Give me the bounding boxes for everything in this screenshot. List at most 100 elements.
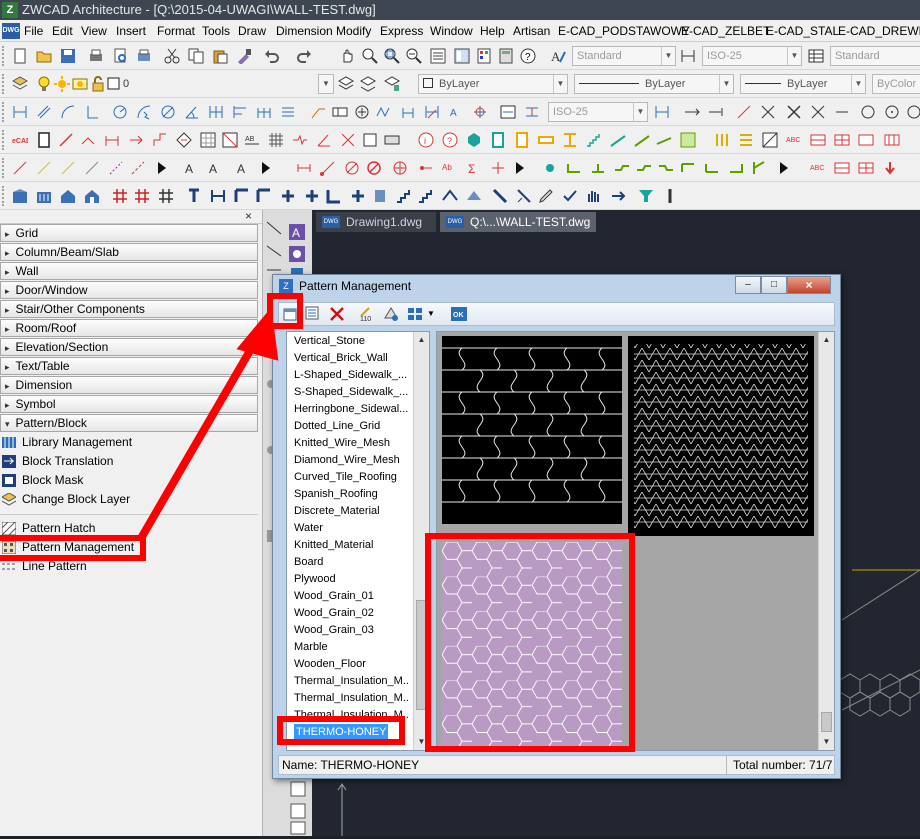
arch-hand-icon[interactable] [586, 188, 602, 204]
list-item[interactable]: Board [294, 554, 410, 571]
arch-filter-icon[interactable] [638, 188, 654, 204]
ecad-no-icon[interactable] [366, 160, 382, 176]
ecad-hatch-icon[interactable] [176, 132, 192, 148]
inspection-icon[interactable] [376, 104, 392, 120]
ecad-dot-icon[interactable] [542, 160, 558, 176]
menu-window[interactable]: Window [430, 23, 473, 39]
dimension-edit-icon[interactable] [424, 104, 440, 120]
cross-icon[interactable] [786, 104, 802, 120]
arch-door-icon[interactable] [372, 188, 388, 204]
ecad-bar-num-2-icon[interactable] [704, 160, 720, 176]
sub-block-translation[interactable]: Block Translation [0, 452, 113, 471]
ecad-bar-num-3-icon[interactable] [728, 160, 744, 176]
arch-tool-2-icon[interactable] [516, 188, 532, 204]
cut-icon[interactable] [164, 48, 180, 64]
scroll-down-icon[interactable]: ▼ [414, 734, 429, 750]
list-item[interactable]: Discrete_Material [294, 503, 410, 520]
ecad-bar-num-4-icon[interactable] [752, 160, 768, 176]
undo-icon[interactable] [264, 48, 280, 64]
ecad-hbars-icon[interactable] [738, 132, 754, 148]
view-mode-dropdown-icon[interactable]: ▼ [427, 306, 435, 322]
menu-draw[interactable]: Draw [238, 23, 266, 39]
jogged-dimension-icon[interactable] [136, 104, 152, 120]
aligned-dimension-icon[interactable] [36, 104, 52, 120]
tab-wall-test[interactable]: DWG Q:\...\WALL-TEST.dwg [440, 212, 596, 232]
ecad-info-icon[interactable]: i [418, 132, 434, 148]
ecad-box-icon[interactable] [362, 132, 378, 148]
category-room-roof[interactable]: ▸ Room/Roof [0, 319, 258, 337]
color-combo[interactable]: ByLayer ▼ [418, 74, 568, 94]
ecad-text-icon[interactable]: AB [244, 132, 260, 148]
list-item[interactable]: Knitted_Material [294, 537, 410, 554]
ecad-magenta-line-icon[interactable] [108, 160, 124, 176]
preview-scrollbar[interactable]: ▲ ▼ [818, 332, 834, 750]
menu-dimension[interactable]: Dimension [276, 23, 333, 39]
ecad-bars-icon[interactable] [714, 132, 730, 148]
ecad-matrix-icon[interactable] [680, 132, 696, 148]
hatch-preview-icon[interactable] [383, 306, 399, 322]
layer-lock-icon[interactable] [90, 76, 106, 92]
ecad-hook-icon[interactable] [566, 160, 582, 176]
menu-ecad-stal[interactable]: E-CAD_STAL [766, 23, 839, 39]
dialog-title-bar[interactable]: Z Pattern Management – □ × [273, 275, 840, 299]
help-icon[interactable]: ? [520, 48, 536, 64]
layer-dropdown[interactable]: ▼ [318, 74, 334, 94]
ecad-stair-icon[interactable] [586, 132, 602, 148]
arch-beam-icon[interactable] [234, 188, 250, 204]
ecad-node-icon[interactable] [418, 160, 434, 176]
layer-viewport-icon[interactable] [72, 76, 88, 92]
diameter-dimension-icon[interactable] [160, 104, 176, 120]
layer-on-bulb-icon[interactable] [36, 76, 52, 92]
toolbar-grip[interactable] [2, 74, 6, 94]
circle-icon[interactable] [860, 104, 876, 120]
sub-pattern-hatch[interactable]: Pattern Hatch [0, 519, 95, 538]
ecad-sigma-icon[interactable]: Σ [466, 160, 482, 176]
document-icon[interactable]: DWG [2, 23, 20, 39]
dimension-style-settings-icon[interactable] [654, 104, 670, 120]
paste-icon[interactable] [212, 48, 228, 64]
list-item[interactable]: Marble [294, 639, 410, 656]
list-item[interactable]: Herringbone_Sidewal... [294, 401, 410, 418]
save-icon[interactable] [60, 48, 76, 64]
menu-edit[interactable]: Edit [52, 23, 73, 39]
toolbar-grip[interactable] [2, 130, 6, 150]
pattern-list[interactable]: Vertical_Stone Vertical_Brick_Wall L-Sha… [286, 331, 430, 751]
ecad-table-red-5-icon[interactable] [858, 160, 874, 176]
ecad-diag-icon[interactable] [762, 132, 778, 148]
arch-bar-icon[interactable] [662, 188, 678, 204]
redo-icon[interactable] [296, 48, 312, 64]
menu-express[interactable]: Express [380, 23, 423, 39]
list-item[interactable]: Vertical_Stone [294, 333, 410, 350]
print-preview-icon[interactable] [112, 48, 128, 64]
list-item[interactable]: S-Shaped_Sidewalk_... [294, 384, 410, 401]
ok-button[interactable]: OK [451, 306, 467, 322]
toolbar-grip[interactable] [2, 158, 6, 178]
ecad-yellow-line-2-icon[interactable] [60, 160, 76, 176]
ecad-insert-icon[interactable] [490, 160, 506, 176]
arch-roof-2-icon[interactable] [466, 188, 482, 204]
ecad-line-icon[interactable] [80, 132, 96, 148]
list-item[interactable]: Curved_Tile_Roofing [294, 469, 410, 486]
ecad-table-red-2-icon[interactable] [834, 132, 850, 148]
ecad-rect-icon[interactable] [384, 132, 400, 148]
ecad-red-line-icon[interactable] [12, 160, 28, 176]
ecad-frame-icon[interactable] [36, 132, 52, 148]
ecad-ibeam-icon[interactable] [562, 132, 578, 148]
ecad-slope-2-icon[interactable] [634, 132, 650, 148]
scroll-thumb[interactable] [416, 600, 427, 710]
pattern-swatch-knitted-wire-mesh[interactable] [628, 336, 814, 536]
list-item[interactable]: Thermal_Insulation_M... [294, 690, 410, 707]
ecad-beam-icon[interactable] [538, 132, 554, 148]
category-grid[interactable]: ▸ Grid [0, 224, 258, 242]
menu-ecad-zelbet[interactable]: E-CAD_ZELBET [681, 23, 770, 39]
toolbar-grip[interactable] [2, 186, 6, 206]
ecad-play-2-icon[interactable] [258, 160, 274, 176]
sub-line-pattern[interactable]: Line Pattern [0, 557, 87, 576]
dimension-space-icon[interactable] [280, 104, 296, 120]
ecad-cross-icon[interactable] [340, 132, 356, 148]
dimension-style-manager-icon[interactable] [500, 104, 516, 120]
list-item[interactable]: Thermal_Insulation_M... [294, 673, 410, 690]
ecad-slash-icon[interactable] [58, 132, 74, 148]
ecad-span-icon[interactable] [296, 160, 312, 176]
toolbar-grip[interactable] [2, 102, 6, 122]
